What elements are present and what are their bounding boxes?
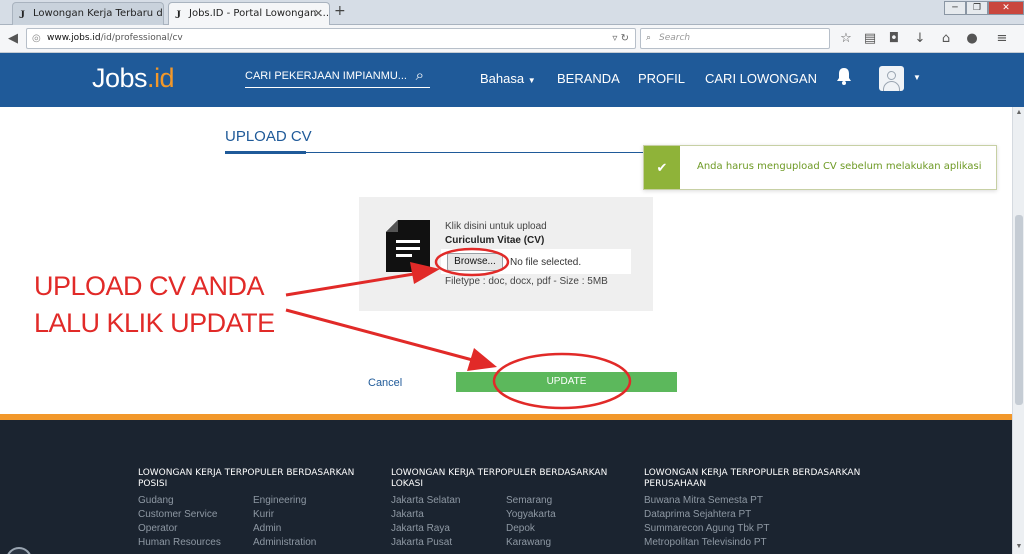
scroll-down-icon[interactable]: ▼ <box>1014 543 1024 550</box>
footer-heading: LOWONGAN KERJA TERPOPULER BERDASARKAN PO… <box>138 468 355 489</box>
download-icon[interactable]: ↓ <box>912 29 928 49</box>
close-window-button[interactable]: ✕ <box>988 1 1024 15</box>
title-divider <box>306 152 646 153</box>
update-button[interactable]: UPDATE <box>456 372 677 392</box>
reload-icon[interactable]: ▿ ↻ <box>612 29 629 48</box>
footer-heading: LOWONGAN KERJA TERPOPULER BERDASARKAN LO… <box>391 468 608 489</box>
browser-navbar: ◀ ◎ www.jobs.id/id/professional/cv ▿ ↻ ⌕… <box>0 25 1024 53</box>
nav-beranda[interactable]: BERANDA <box>557 71 620 86</box>
nav-language-label: Bahasa <box>480 71 525 86</box>
footer-link[interactable]: Depok <box>506 522 556 536</box>
footer-link[interactable]: Customer Service <box>138 508 221 522</box>
logo-main: Jobs <box>92 63 148 93</box>
url-bar[interactable]: ◎ www.jobs.id/id/professional/cv ▿ ↻ <box>26 28 636 49</box>
url-domain: www.jobs.id <box>47 33 101 43</box>
chevron-down-icon[interactable]: ▼ <box>913 73 921 82</box>
tab-close-icon[interactable]: ✕ <box>314 3 323 25</box>
minimize-button[interactable]: ─ <box>944 1 966 15</box>
browser-tabbar: J Lowongan Kerja Terbaru di... J Jobs.ID… <box>0 0 1024 25</box>
jobs-favicon-icon: J <box>19 7 25 21</box>
annotation-line-2: LALU KLIK UPDATE <box>34 308 275 338</box>
annotation-line-1: UPLOAD CV ANDA <box>34 271 265 301</box>
jobs-favicon-icon: J <box>175 7 181 21</box>
nav-language[interactable]: Bahasa ▼ <box>480 71 536 86</box>
logo-suffix: id <box>154 63 175 93</box>
footer-link[interactable]: Kurir <box>253 508 316 522</box>
back-icon[interactable]: ◀ <box>4 29 22 49</box>
no-file-text: No file selected. <box>510 257 582 268</box>
footer-link[interactable]: Jakarta Pusat <box>391 536 461 550</box>
footer-link[interactable]: Karawang <box>506 536 556 550</box>
url-path: /id/professional/cv <box>100 33 183 43</box>
avatar[interactable] <box>879 66 904 91</box>
footer-link[interactable]: Yogyakarta <box>506 508 556 522</box>
reading-list-icon[interactable]: ▤ <box>862 29 878 49</box>
toast-message: Anda harus mengupload CV sebelum melakuk… <box>697 161 982 172</box>
footer-link[interactable]: Admin <box>253 522 316 536</box>
footer-column-lokasi: LOWONGAN KERJA TERPOPULER BERDASARKAN LO… <box>391 468 631 554</box>
footer-column-perusahaan: LOWONGAN KERJA TERPOPULER BERDASARKAN PE… <box>644 468 884 554</box>
footer-heading: LOWONGAN KERJA TERPOPULER BERDASARKAN PE… <box>644 468 861 489</box>
footer-column-posisi: LOWONGAN KERJA TERPOPULER BERDASARKAN PO… <box>138 468 378 554</box>
logo-dot: . <box>147 63 155 93</box>
footer-link[interactable]: Dataprima Sejahtera PT <box>644 508 769 522</box>
title-underline <box>225 151 306 154</box>
job-search-placeholder: CARI PEKERJAAN IMPIANMU... <box>245 70 407 82</box>
search-icon[interactable]: ⌕ <box>416 67 424 84</box>
upload-instruction: Klik disini untuk upload <box>445 221 547 232</box>
search-icon: ⌕ <box>646 33 652 43</box>
tab-label: Jobs.ID - Portal Lowongan ... <box>189 8 330 19</box>
new-tab-button[interactable]: + <box>334 3 346 19</box>
footer-link[interactable]: Buwana Mitra Semesta PT <box>644 494 769 508</box>
notification-toast: ✔ Anda harus mengupload CV sebelum melak… <box>643 145 997 190</box>
footer-link[interactable]: Summarecon Agung Tbk PT <box>644 522 769 536</box>
page-scrollbar[interactable]: ▲ ▼ <box>1012 107 1024 554</box>
globe-icon: ◎ <box>32 33 41 44</box>
footer-link[interactable]: Metropolitan Televisindo PT <box>644 536 769 550</box>
scroll-up-icon[interactable]: ▲ <box>1014 109 1024 116</box>
chat-icon[interactable]: ● <box>964 29 980 49</box>
document-icon <box>386 220 430 272</box>
footer-link[interactable]: Administration <box>253 536 316 550</box>
browser-tab-jobsid[interactable]: J Jobs.ID - Portal Lowongan ... ✕ <box>168 2 330 25</box>
scrollbar-thumb[interactable] <box>1015 215 1023 405</box>
site-header: Jobs.id CARI PEKERJAAN IMPIANMU... ⌕ Bah… <box>0 53 1024 107</box>
job-search-input[interactable]: CARI PEKERJAAN IMPIANMU... ⌕ <box>245 67 430 88</box>
pocket-icon[interactable]: ◘ <box>886 29 902 49</box>
checkmark-icon: ✔ <box>644 146 680 189</box>
filetype-info: Filetype : doc, docx, pdf - Size : 5MB <box>445 276 608 287</box>
browse-button[interactable]: Browse... <box>447 253 503 271</box>
browser-tab-lowongan[interactable]: J Lowongan Kerja Terbaru di... <box>12 2 164 25</box>
nav-profil[interactable]: PROFIL <box>638 71 685 86</box>
footer-link[interactable]: Gudang <box>138 494 221 508</box>
upload-doc-title: Curiculum Vitae (CV) <box>445 235 545 246</box>
footer-link[interactable]: Semarang <box>506 494 556 508</box>
footer-link[interactable]: Jakarta <box>391 508 461 522</box>
maximize-button[interactable]: ❐ <box>966 1 988 15</box>
footer: LOWONGAN KERJA TERPOPULER BERDASARKAN PO… <box>0 420 1012 554</box>
footer-link[interactable]: Jakarta Raya <box>391 522 461 536</box>
jobsid-logo[interactable]: Jobs.id <box>92 63 175 94</box>
browser-search-placeholder: Search <box>659 33 691 43</box>
bell-icon[interactable] <box>836 67 852 90</box>
cancel-button[interactable]: Cancel <box>368 377 402 389</box>
nav-cari-lowongan[interactable]: CARI LOWONGAN <box>705 71 817 86</box>
page-title: UPLOAD CV <box>225 128 312 145</box>
footer-link[interactable]: Human Resources <box>138 536 221 550</box>
tab-label: Lowongan Kerja Terbaru di... <box>33 8 164 19</box>
footer-link[interactable]: Jakarta Selatan <box>391 494 461 508</box>
home-icon[interactable]: ⌂ <box>938 29 954 49</box>
bookmark-star-icon[interactable]: ☆ <box>838 29 854 49</box>
footer-link[interactable]: Engineering <box>253 494 316 508</box>
footer-link[interactable]: Operator <box>138 522 221 536</box>
caret-down-icon: ▼ <box>527 76 536 85</box>
menu-icon[interactable]: ≡ <box>994 29 1010 49</box>
browser-search-input[interactable]: ⌕ Search <box>640 28 830 49</box>
